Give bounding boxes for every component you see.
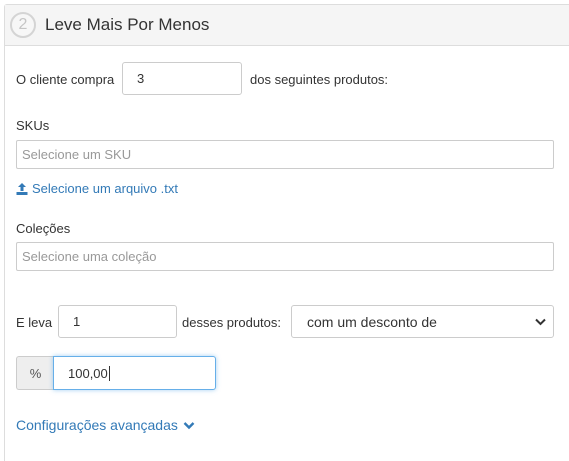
sku-select-input[interactable]: Selecione um SKU [16, 140, 554, 169]
text-cursor [108, 365, 110, 381]
skus-label: SKUs [16, 118, 50, 133]
advanced-settings-toggle[interactable]: Configurações avançadas [16, 417, 195, 433]
chevron-down-icon [183, 421, 195, 429]
advanced-settings-label: Configurações avançadas [16, 417, 178, 433]
collection-select-input[interactable]: Selecione uma coleção [16, 242, 554, 271]
collections-label: Coleções [16, 221, 71, 236]
buy-quantity-input[interactable]: 3 [122, 62, 242, 95]
panel-header: 2 Leve Mais Por Menos [5, 5, 569, 46]
discount-type-select[interactable]: com um desconto de [291, 305, 554, 338]
take-rule-middle: desses produtos: [182, 315, 282, 330]
upload-txt-link[interactable]: Selecione um arquivo .txt [16, 181, 178, 196]
step-number-badge: 2 [10, 12, 36, 38]
discount-type-value: com um desconto de [307, 313, 437, 330]
upload-txt-label: Selecione um arquivo .txt [32, 181, 178, 196]
take-rule-prefix: E leva [16, 315, 53, 330]
buy-rule-suffix: dos seguintes produtos: [250, 72, 389, 87]
panel-title: Leve Mais Por Menos [45, 15, 210, 34]
buy-rule-prefix: O cliente compra [16, 72, 115, 87]
discount-value-input[interactable]: 100,00 [53, 356, 216, 390]
chevron-down-icon [535, 318, 546, 325]
percent-addon: % [16, 356, 54, 390]
discount-value: 100,00 [68, 365, 108, 381]
take-quantity-input[interactable]: 1 [58, 305, 177, 338]
upload-icon [16, 182, 28, 195]
